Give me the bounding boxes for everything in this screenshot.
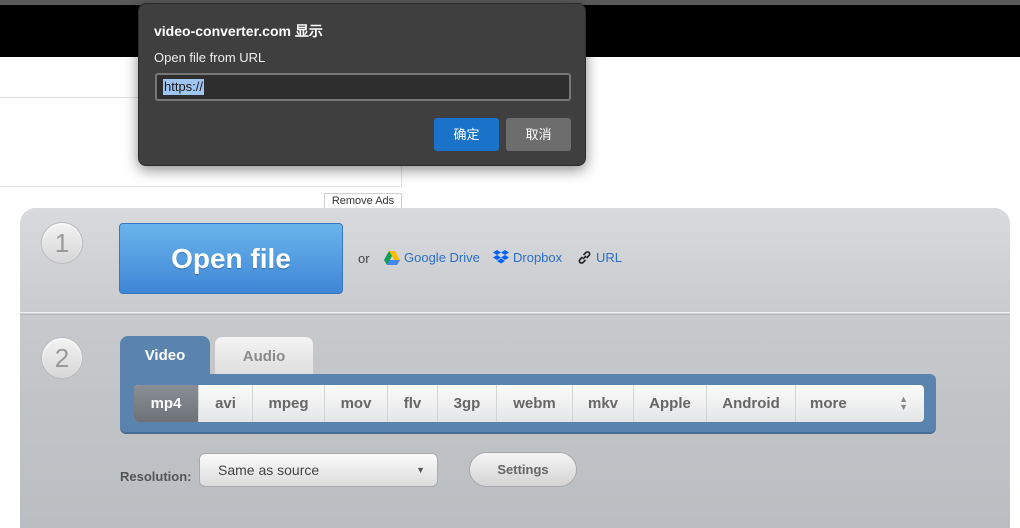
url-link[interactable]: URL — [577, 250, 622, 265]
format-apple[interactable]: Apple — [634, 385, 707, 422]
format-mp4[interactable]: mp4 — [134, 385, 199, 422]
step-2-number: 2 — [41, 337, 83, 379]
dialog-message: Open file from URL — [154, 50, 266, 65]
tab-audio[interactable]: Audio — [214, 336, 314, 376]
google-drive-label: Google Drive — [404, 250, 480, 265]
format-list: mp4 avi mpeg mov flv 3gp webm mkv Apple … — [134, 385, 924, 422]
format-3gp[interactable]: 3gp — [438, 385, 497, 422]
dropbox-link[interactable]: Dropbox — [493, 250, 562, 265]
url-label: URL — [596, 250, 623, 265]
converter-panel: 1 Open file or Google Drive Dropbox URL … — [20, 208, 1010, 528]
format-bar: mp4 avi mpeg mov flv 3gp webm mkv Apple … — [120, 374, 936, 434]
link-icon — [578, 251, 591, 264]
format-webm[interactable]: webm — [497, 385, 573, 422]
dropbox-icon — [493, 250, 509, 264]
format-mov[interactable]: mov — [325, 385, 388, 422]
url-prompt-dialog: video-converter.com 显示 Open file from UR… — [138, 3, 586, 166]
tab-video[interactable]: Video — [120, 336, 210, 376]
url-input[interactable]: https:// — [155, 73, 571, 101]
or-text: or — [358, 251, 370, 266]
format-more-dropdown[interactable]: more ▲ ▼ — [796, 385, 924, 422]
dropbox-label: Dropbox — [513, 250, 563, 265]
cancel-button[interactable]: 取消 — [506, 118, 571, 151]
dialog-title: video-converter.com 显示 — [154, 23, 323, 39]
format-mkv[interactable]: mkv — [573, 385, 634, 422]
url-input-value: https:// — [163, 79, 205, 95]
step-2-section: 2 Video Audio mp4 avi mpeg mov flv 3gp w… — [20, 314, 1010, 528]
google-drive-link[interactable]: Google Drive — [384, 250, 480, 265]
resolution-select[interactable]: Same as source ▼ — [199, 453, 438, 487]
format-more-label: more — [810, 395, 847, 412]
format-android[interactable]: Android — [707, 385, 796, 422]
open-file-button[interactable]: Open file — [119, 223, 343, 294]
step-1-section: 1 Open file or Google Drive Dropbox URL — [20, 208, 1010, 313]
google-drive-icon — [384, 250, 400, 265]
step-1-number: 1 — [41, 222, 83, 264]
settings-button[interactable]: Settings — [469, 452, 577, 487]
resolution-value: Same as source — [218, 462, 320, 478]
sort-arrows-icon: ▲ ▼ — [899, 394, 908, 412]
format-flv[interactable]: flv — [388, 385, 438, 422]
chevron-down-icon: ▼ — [416, 465, 425, 475]
format-mpeg[interactable]: mpeg — [253, 385, 325, 422]
format-avi[interactable]: avi — [199, 385, 253, 422]
ok-button[interactable]: 确定 — [434, 118, 499, 151]
resolution-label: Resolution: — [120, 469, 192, 484]
